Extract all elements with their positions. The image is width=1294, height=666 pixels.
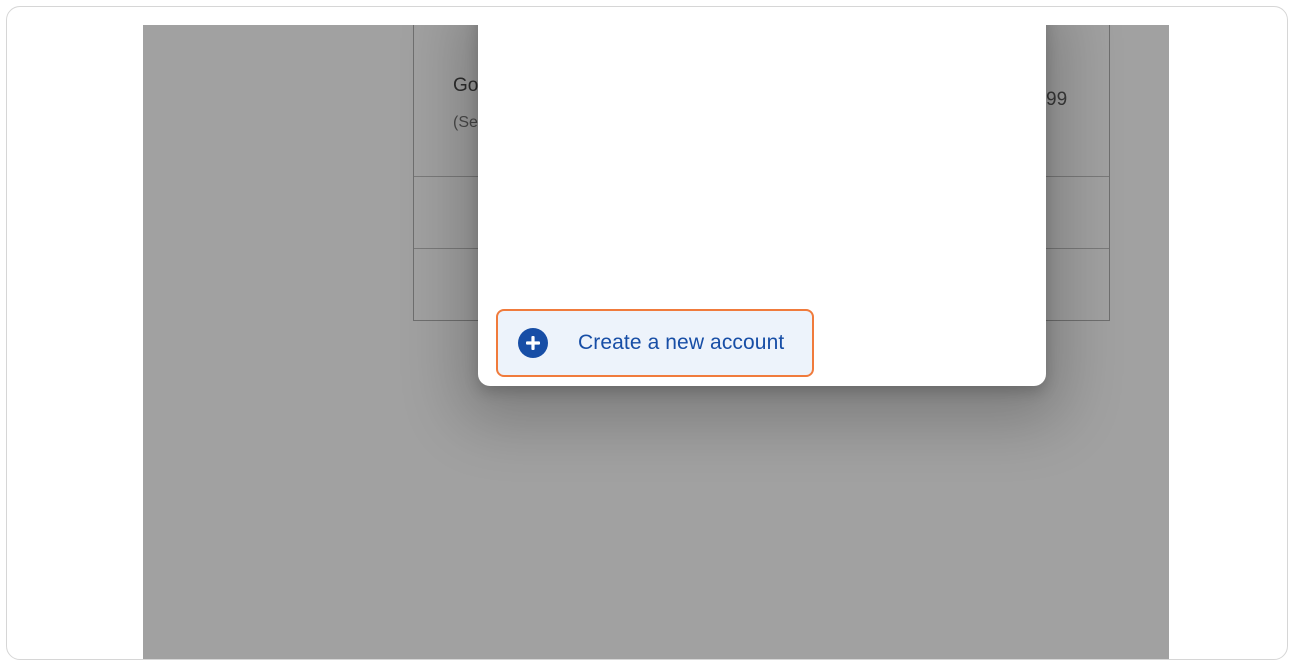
table-cell-price: 99 — [1046, 89, 1068, 110]
create-new-account-button[interactable]: Create a new account — [496, 309, 814, 377]
plus-circle-icon — [518, 328, 548, 358]
table-cell-title: Go — [453, 75, 479, 96]
create-new-account-label: Create a new account — [578, 331, 785, 354]
table-cell-subtitle: (Se — [453, 114, 478, 131]
dimmed-page: Go (Se 99 Create a new account — [143, 25, 1169, 659]
account-picker-dialog: Create a new account — [478, 25, 1046, 386]
screenshot-frame: Go (Se 99 Create a new account — [6, 6, 1288, 660]
